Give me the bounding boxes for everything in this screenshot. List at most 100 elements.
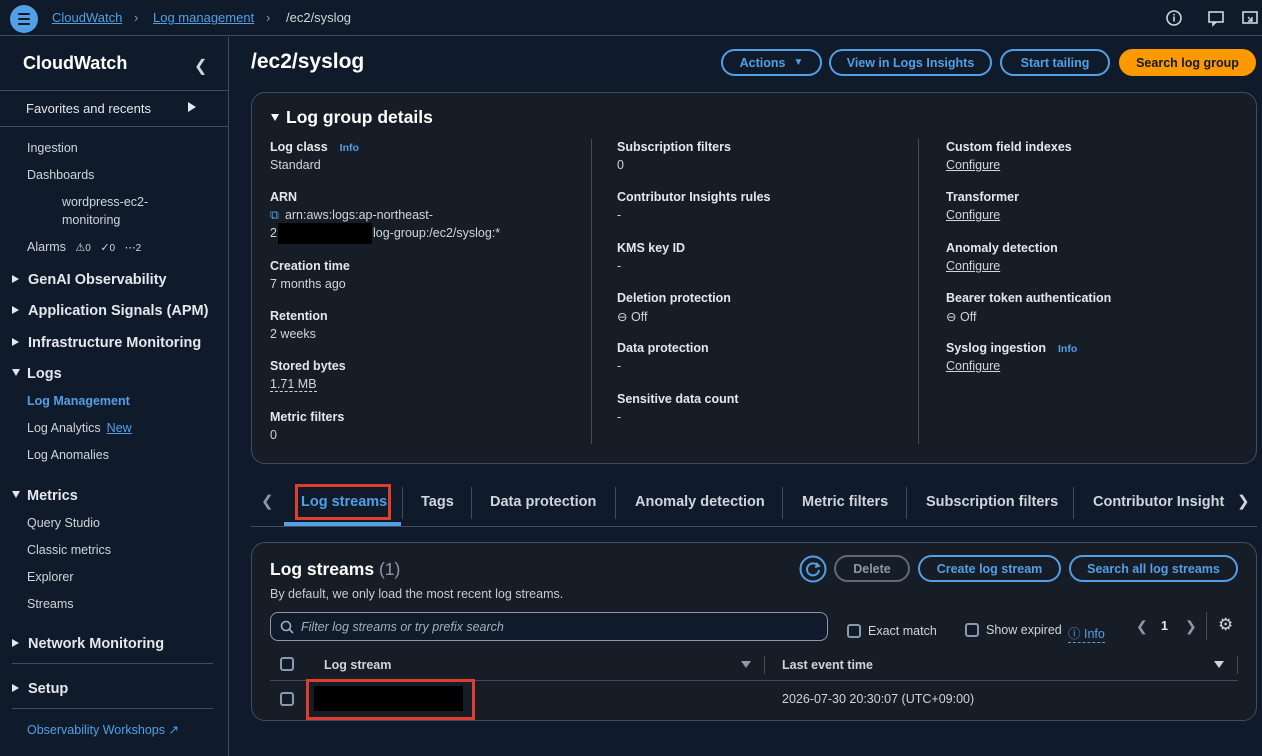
- sidebar-item-streams[interactable]: Streams: [27, 597, 74, 611]
- search-log-group-button[interactable]: Search log group: [1119, 49, 1256, 76]
- caret-right-icon: [12, 306, 19, 314]
- show-expired-info-link[interactable]: ⓘ Info: [1068, 623, 1105, 643]
- sidebar-item-log-management[interactable]: Log Management: [27, 394, 130, 408]
- copy-icon[interactable]: ⧉: [270, 208, 279, 222]
- section-title: Log group details: [286, 107, 433, 127]
- contributor-insights-value: -: [617, 208, 622, 222]
- log-class-value: Standard: [270, 158, 321, 172]
- bearer-token-value: ⊖ Off: [946, 309, 976, 324]
- sidebar-group-infra[interactable]: Infrastructure Monitoring: [12, 335, 201, 351]
- info-link[interactable]: Info: [340, 142, 359, 154]
- filter-log-streams-input[interactable]: [301, 618, 821, 636]
- sidebar-group-logs[interactable]: Logs: [12, 366, 62, 382]
- tab-separator: [402, 487, 403, 519]
- alarm-count-ok: 0: [109, 243, 116, 254]
- sidebar-link-workshops[interactable]: Observability Workshops ↗: [27, 722, 179, 737]
- search-icon: [280, 620, 294, 634]
- caret-down-icon: [12, 369, 20, 376]
- creation-time-label: Creation time: [270, 259, 350, 273]
- configure-transformer-link[interactable]: Configure: [946, 208, 1000, 222]
- tab-anomaly-detection[interactable]: Anomaly detection: [635, 494, 765, 510]
- sidebar-group-setup[interactable]: Setup: [12, 681, 68, 697]
- caret-down-icon: [12, 491, 20, 498]
- info-circle-icon[interactable]: [1165, 9, 1183, 27]
- log-group-details-header[interactable]: Log group details: [271, 107, 433, 128]
- caret-down-icon: ▼: [793, 57, 804, 68]
- sidebar-item-explorer[interactable]: Explorer: [27, 570, 74, 584]
- workshops-label: Observability Workshops: [27, 723, 166, 737]
- favorites-and-recents[interactable]: Favorites and recents: [0, 90, 229, 127]
- sort-descending-icon[interactable]: [1214, 661, 1224, 668]
- feedback-icon[interactable]: [1207, 9, 1225, 27]
- sidebar-group-genai[interactable]: GenAI Observability: [12, 272, 167, 288]
- filter-log-streams-field[interactable]: [270, 612, 828, 641]
- sort-caret-icon[interactable]: [741, 661, 751, 668]
- group-label: Metrics: [27, 488, 78, 504]
- breadcrumb-log-management[interactable]: Log management: [153, 10, 254, 25]
- exact-match-checkbox[interactable]: [847, 624, 861, 638]
- configure-syslog-ingestion-link[interactable]: Configure: [946, 359, 1000, 373]
- search-all-log-streams-button[interactable]: Search all log streams: [1069, 555, 1238, 582]
- sensitive-data-value: -: [617, 410, 622, 424]
- pagination-page-number[interactable]: 1: [1161, 619, 1168, 633]
- creation-time-value: 7 months ago: [270, 277, 346, 291]
- sidebar-item-dashboards[interactable]: Dashboards: [27, 168, 94, 182]
- menu-icon[interactable]: [10, 5, 38, 33]
- column-header-log-stream[interactable]: Log stream: [324, 658, 391, 672]
- sidebar-group-metrics[interactable]: Metrics: [12, 488, 78, 504]
- configure-custom-field-indexes-link[interactable]: Configure: [946, 158, 1000, 172]
- tab-subscription-filters[interactable]: Subscription filters: [926, 494, 1058, 510]
- sidebar-group-network[interactable]: Network Monitoring: [12, 636, 164, 652]
- breadcrumb-cloudwatch[interactable]: CloudWatch: [52, 10, 122, 25]
- select-all-checkbox[interactable]: [280, 657, 294, 671]
- collapse-sidebar-icon[interactable]: ❮: [194, 56, 207, 76]
- column-divider[interactable]: [1237, 656, 1238, 674]
- tab-tags[interactable]: Tags: [421, 494, 454, 510]
- column-header-last-event-time[interactable]: Last event time: [782, 658, 873, 672]
- tabs-scroll-left-icon[interactable]: ❮: [261, 492, 274, 510]
- stored-bytes-value[interactable]: 1.71 MB: [270, 377, 317, 392]
- sidebar-item-dashboard-wordpress-line2[interactable]: monitoring: [62, 213, 120, 227]
- refresh-icon[interactable]: [799, 555, 827, 583]
- sidebar-item-dashboard-wordpress[interactable]: wordpress-ec2-: [62, 195, 148, 209]
- view-in-logs-insights-button[interactable]: View in Logs Insights: [829, 49, 992, 76]
- breadcrumb-separator-icon: ›: [266, 10, 271, 25]
- gear-icon[interactable]: ⚙: [1218, 615, 1233, 635]
- alarms-label: Alarms: [27, 240, 66, 254]
- configure-anomaly-detection-link[interactable]: Configure: [946, 259, 1000, 273]
- anomaly-detection-label: Anomaly detection: [946, 241, 1058, 255]
- top-navigation-bar: CloudWatch › Log management › /ec2/syslo…: [0, 0, 1262, 36]
- sidebar-item-log-analytics[interactable]: Log Analytics New: [27, 421, 132, 435]
- stored-bytes-label: Stored bytes: [270, 359, 346, 373]
- sidebar-item-query-studio[interactable]: Query Studio: [27, 516, 100, 530]
- tab-metric-filters[interactable]: Metric filters: [802, 494, 888, 510]
- sensitive-data-label: Sensitive data count: [617, 392, 739, 406]
- pagination-next-icon[interactable]: ❯: [1185, 618, 1197, 635]
- row-select-checkbox[interactable]: [280, 692, 294, 706]
- arn-label: ARN: [270, 190, 298, 204]
- actions-button[interactable]: Actions ▼: [721, 49, 822, 76]
- settings-screen-icon[interactable]: [1241, 9, 1259, 27]
- tab-contributor-insights[interactable]: Contributor Insight: [1093, 494, 1226, 510]
- pagination-prev-icon[interactable]: ❮: [1136, 618, 1148, 635]
- start-tailing-button[interactable]: Start tailing: [1000, 49, 1110, 76]
- info-link[interactable]: Info: [1058, 343, 1077, 355]
- sidebar-item-alarms[interactable]: Alarms ⚠0 ✓0 ⋯2: [27, 240, 141, 254]
- delete-button[interactable]: Delete: [834, 555, 910, 582]
- exact-match-label: Exact match: [868, 624, 937, 638]
- sidebar-item-ingestion[interactable]: Ingestion: [27, 141, 78, 155]
- sidebar-item-log-anomalies[interactable]: Log Anomalies: [27, 448, 109, 462]
- sidebar-item-classic-metrics[interactable]: Classic metrics: [27, 543, 111, 557]
- tab-data-protection[interactable]: Data protection: [490, 494, 596, 510]
- subscription-filters-value: 0: [617, 158, 624, 172]
- group-label: Setup: [28, 681, 69, 697]
- create-log-stream-button[interactable]: Create log stream: [918, 555, 1061, 582]
- new-badge[interactable]: New: [107, 421, 132, 435]
- deletion-protection-value: ⊖ Off: [617, 309, 647, 324]
- sidebar-group-apm[interactable]: Application Signals (APM): [12, 303, 208, 319]
- sidebar-divider: [12, 663, 213, 664]
- contributor-insights-label: Contributor Insights rules: [617, 190, 771, 204]
- show-expired-checkbox[interactable]: [965, 623, 979, 637]
- tabs-scroll-right-icon[interactable]: ❯: [1237, 492, 1250, 510]
- column-divider[interactable]: [764, 656, 765, 674]
